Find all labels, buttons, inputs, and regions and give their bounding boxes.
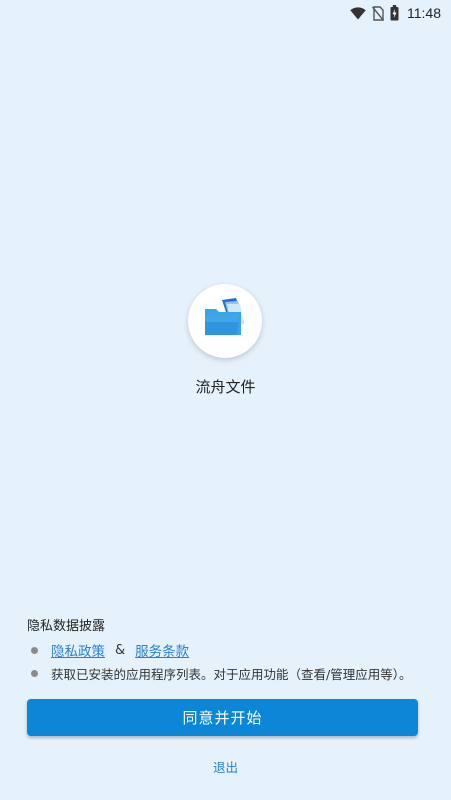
wifi-icon xyxy=(350,6,366,20)
policy-links-row: 隐私政策 & 服务条款 xyxy=(31,640,189,660)
app-list-notice-row: 获取已安装的应用程序列表。对于应用功能（查看/管理应用等）。 xyxy=(31,664,411,683)
status-time: 11:48 xyxy=(407,5,441,21)
terms-of-service-link[interactable]: 服务条款 xyxy=(135,640,189,660)
agree-and-start-button[interactable]: 同意并开始 xyxy=(27,699,418,736)
privacy-policy-link[interactable]: 隐私政策 xyxy=(51,640,105,660)
no-sim-icon xyxy=(372,5,384,21)
bullet-dot xyxy=(31,670,38,677)
exit-button[interactable]: 退出 xyxy=(0,757,451,776)
bullet-dot xyxy=(31,646,38,654)
app-name: 流舟文件 xyxy=(195,378,256,396)
battery-charging-icon xyxy=(390,5,399,21)
ampersand-text: & xyxy=(115,642,126,658)
status-bar: 11:48 xyxy=(0,0,451,26)
app-logo xyxy=(188,284,262,358)
privacy-disclosure-title: 隐私数据披露 xyxy=(27,619,106,634)
folder-files-icon xyxy=(200,297,250,345)
app-list-notice-text: 获取已安装的应用程序列表。对于应用功能（查看/管理应用等）。 xyxy=(51,667,412,682)
